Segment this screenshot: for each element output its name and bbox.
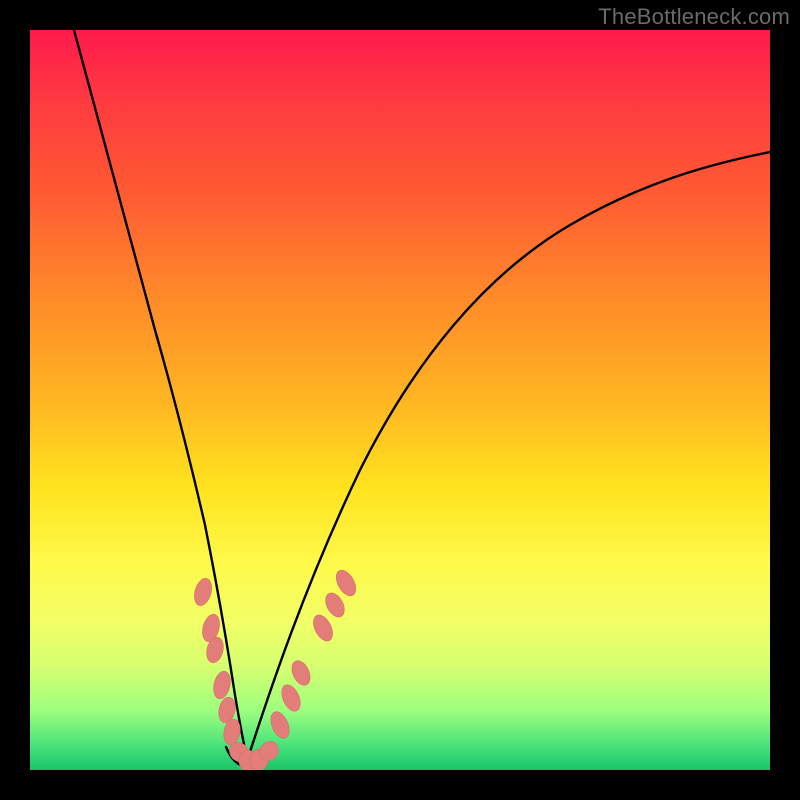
- attribution-text: TheBottleneck.com: [598, 4, 790, 30]
- curves-layer: [30, 30, 770, 770]
- marker-group: [191, 567, 359, 770]
- marker: [211, 670, 233, 701]
- marker: [332, 567, 360, 599]
- marker: [267, 709, 293, 741]
- marker: [322, 590, 348, 620]
- marker: [191, 576, 214, 607]
- marker: [278, 682, 304, 714]
- plot-area: [30, 30, 770, 770]
- marker: [310, 612, 337, 644]
- curve-right: [248, 152, 770, 758]
- marker: [288, 658, 313, 688]
- chart-frame: TheBottleneck.com: [0, 0, 800, 800]
